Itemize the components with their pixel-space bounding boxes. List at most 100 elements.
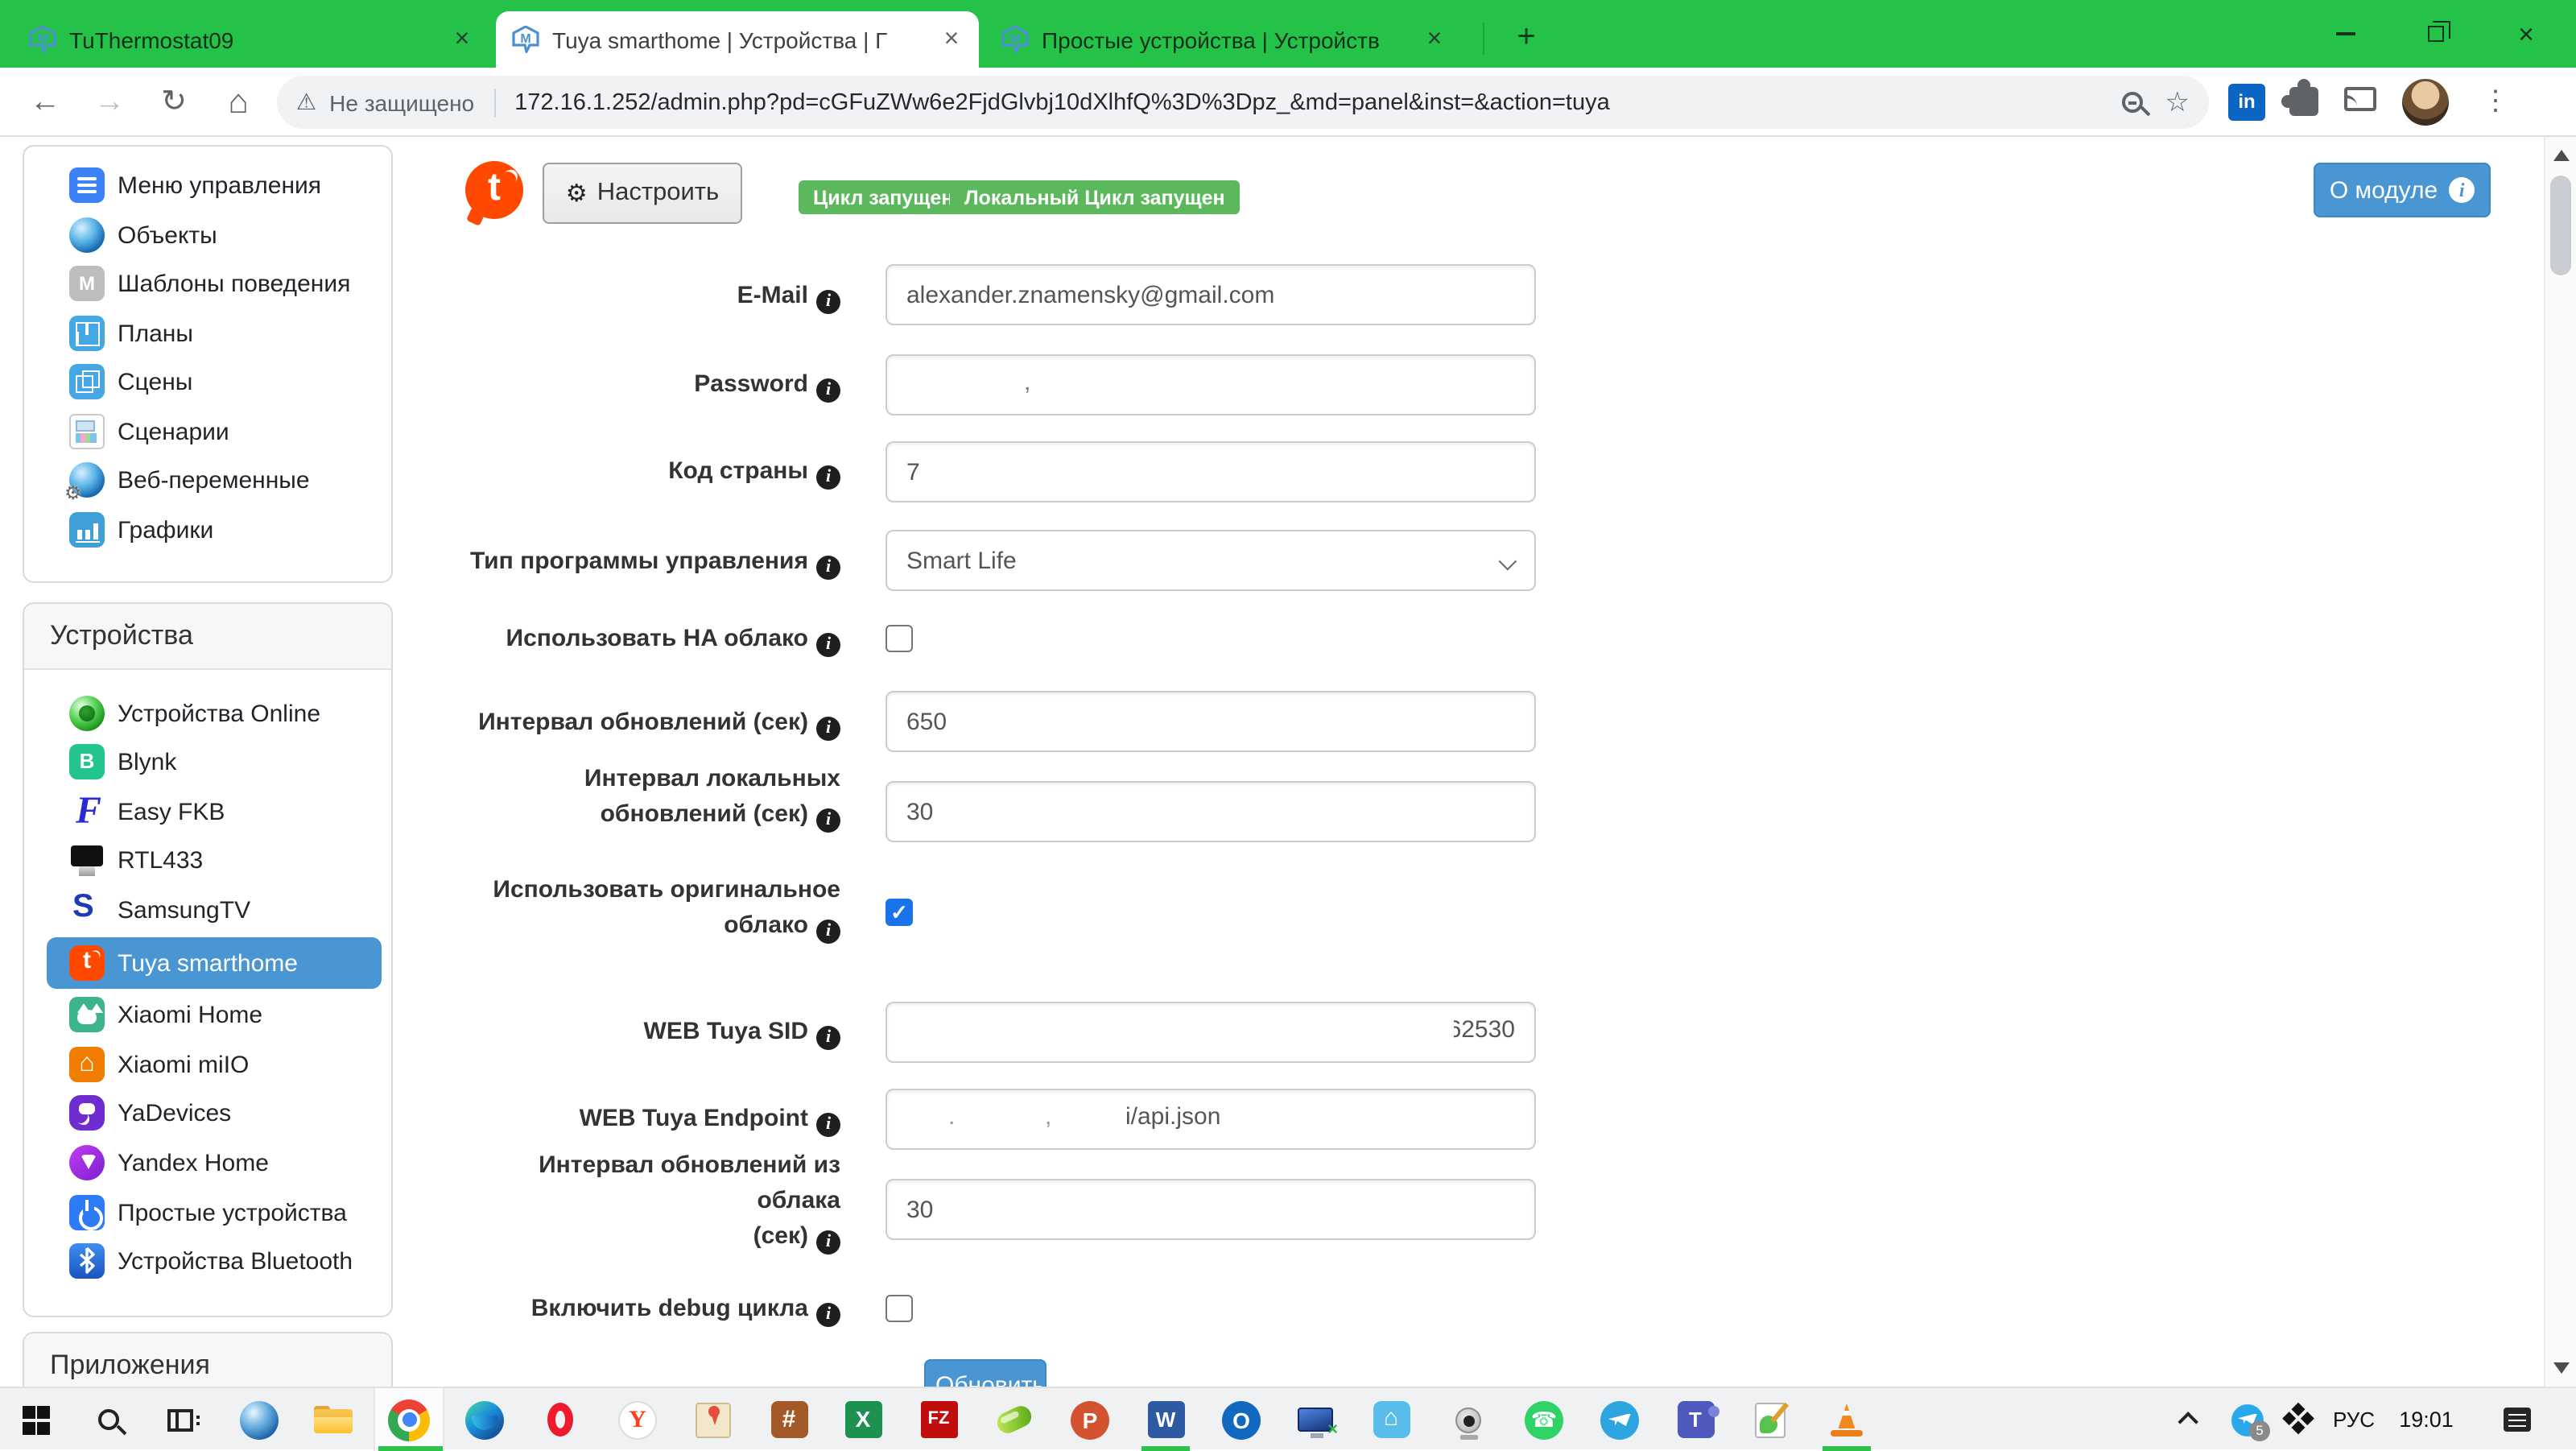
sidebar-item-web-variables[interactable]: Веб-переменные [69,461,310,499]
sidebar-item-scenarios[interactable]: Сценарии [69,412,229,451]
taskbar-yandex-browser-icon[interactable]: Y [605,1388,670,1451]
sidebar-item-simple-devices[interactable]: Простые устройства [69,1193,347,1232]
original-cloud-checkbox[interactable] [886,899,913,926]
page-scrollbar[interactable] [2544,137,2576,1387]
window-close-button[interactable]: × [2489,0,2563,68]
address-bar[interactable]: ⚠ Не защищено 172.16.1.252/admin.php?pd=… [277,76,2209,129]
taskbar-remote-desktop-icon[interactable] [1283,1388,1348,1451]
info-icon[interactable]: i [816,465,840,490]
tray-chevron-icon[interactable] [2165,1388,2214,1451]
forward-button[interactable]: → [84,77,135,129]
sidebar-item-objects[interactable]: Объекты [69,216,217,254]
taskbar-excel-icon[interactable]: X [831,1388,895,1451]
zoom-indicator-icon[interactable] [2122,92,2143,113]
back-button[interactable]: ← [19,77,71,129]
sidebar-item-scenes[interactable]: Сцены [69,362,192,401]
info-icon[interactable]: i [816,1230,840,1255]
tray-dropbox-icon[interactable] [2273,1388,2322,1451]
sidebar-item-control-menu[interactable]: Меню управления [69,166,321,205]
cloud-interval-input[interactable] [886,1179,1536,1240]
email-input[interactable] [886,264,1536,325]
web-tuya-sid-input[interactable]: 62530 [886,1002,1536,1063]
taskbar-telegram-icon[interactable] [1587,1388,1652,1451]
bookmark-star-icon[interactable]: ☆ [2165,86,2190,118]
password-input[interactable]: , [886,354,1536,415]
taskbar-whatsapp-icon[interactable]: ☎ [1512,1388,1576,1451]
taskbar-word-icon[interactable]: W [1133,1388,1198,1451]
cast-icon[interactable] [2344,87,2376,111]
url-text[interactable]: 172.16.1.252/admin.php?pd=cGFuZWw6e2FjdG… [514,89,2108,115]
extensions-puzzle-icon[interactable] [2289,87,2318,116]
tab-tuya-smarthome[interactable]: M Tuya smarthome | Устройства | Г × [496,11,979,68]
app-type-select[interactable]: Smart Life [886,530,1536,591]
sidebar-item-behavior-templates[interactable]: Шаблоны поведения [69,264,350,303]
tab-simple-devices[interactable]: M Простые устройства | Устройств × [985,11,1462,68]
taskbar-hash-app-icon[interactable]: # [757,1388,821,1451]
sidebar-item-charts[interactable]: Графики [69,511,213,549]
sidebar-item-easy-fkb[interactable]: Easy FKB [69,792,225,831]
taskbar-notepadpp-icon[interactable] [1737,1388,1802,1451]
submit-button[interactable]: Обновить [924,1359,1046,1387]
window-restore-button[interactable] [2399,0,2473,68]
taskbar-file-explorer-icon[interactable] [301,1388,365,1451]
taskbar-powerpoint-icon[interactable]: P [1058,1388,1122,1451]
scroll-up-icon[interactable] [2553,150,2570,161]
ha-cloud-checkbox[interactable] [886,625,913,652]
tab-close-icon[interactable]: × [448,25,477,54]
scrollbar-thumb[interactable] [2550,176,2571,275]
sidebar-item-blynk[interactable]: Blynk [69,742,176,781]
sidebar-item-xiaomi-home[interactable]: Xiaomi Home [69,995,262,1034]
sidebar-item-xiaomi-miio[interactable]: Xiaomi miIO [69,1045,249,1084]
sidebar-item-samsungtv[interactable]: SamsungTV [69,891,250,929]
info-icon[interactable]: i [816,556,840,580]
web-tuya-endpoint-input[interactable]: . , i/api.json [886,1089,1536,1150]
taskbar-search-icon[interactable] [76,1388,140,1451]
home-button[interactable]: ⌂ [213,77,264,129]
info-icon[interactable]: i [816,920,840,944]
new-tab-button[interactable]: + [1504,16,1549,61]
taskbar-chrome-icon-active[interactable] [374,1388,444,1451]
sidebar-item-yandex-home[interactable]: Yandex Home [69,1143,269,1182]
tray-telegram-icon[interactable]: 5 [2223,1388,2272,1451]
taskbar-webcam-icon[interactable] [1436,1388,1501,1451]
sidebar-item-bluetooth-devices[interactable]: Устройства Bluetooth [69,1242,353,1280]
sidebar-item-devices-online[interactable]: Устройства Online [69,694,320,733]
taskbar-filezilla-icon[interactable]: FZ [906,1388,971,1451]
taskbar-winbox-icon[interactable] [227,1388,291,1451]
info-icon[interactable]: i [816,717,840,741]
security-label[interactable]: Не защищено [329,89,474,115]
clock[interactable]: 19:01 [2392,1388,2460,1451]
taskbar-green-app-icon[interactable] [982,1388,1046,1451]
configure-button[interactable]: ⚙ Настроить [543,163,742,224]
browser-menu-icon[interactable]: ⋮ [2476,82,2515,121]
window-minimize-button[interactable] [2309,0,2383,68]
linkedin-extension-icon[interactable]: in [2228,84,2265,121]
notification-center-icon[interactable] [2492,1388,2541,1451]
sidebar-item-rtl433[interactable]: RTL433 [69,841,203,879]
taskbar-outlook-icon[interactable]: O [1209,1388,1274,1451]
reload-button[interactable]: ↻ [148,77,200,129]
info-icon[interactable]: i [816,290,840,314]
update-interval-input[interactable] [886,691,1536,752]
info-icon[interactable]: i [816,378,840,403]
start-button[interactable] [3,1388,68,1451]
task-view-icon[interactable] [148,1388,213,1451]
local-interval-input[interactable] [886,781,1536,842]
tab-close-icon[interactable]: × [1420,25,1449,54]
info-icon[interactable]: i [816,1303,840,1327]
taskbar-maps-icon[interactable] [681,1388,745,1451]
info-icon[interactable]: i [816,633,840,657]
tab-close-icon[interactable]: × [937,25,966,54]
taskbar-teams-icon[interactable]: T [1663,1388,1728,1451]
sidebar-item-tuya-smarthome-selected[interactable]: Tuya smarthome [47,937,382,989]
taskbar-opera-icon[interactable] [528,1388,592,1451]
info-icon[interactable]: i [816,1026,840,1050]
not-secure-warning-icon[interactable]: ⚠ [296,89,316,116]
sidebar-item-plans[interactable]: Планы [69,314,193,353]
sidebar-item-yadevices[interactable]: YaDevices [69,1093,231,1132]
taskbar-edge-icon[interactable] [452,1388,517,1451]
tab-tuthermostat09[interactable]: M TuThermostat09 × [13,11,489,68]
info-icon[interactable]: i [816,1113,840,1137]
profile-avatar[interactable] [2402,79,2449,126]
debug-checkbox[interactable] [886,1295,913,1322]
